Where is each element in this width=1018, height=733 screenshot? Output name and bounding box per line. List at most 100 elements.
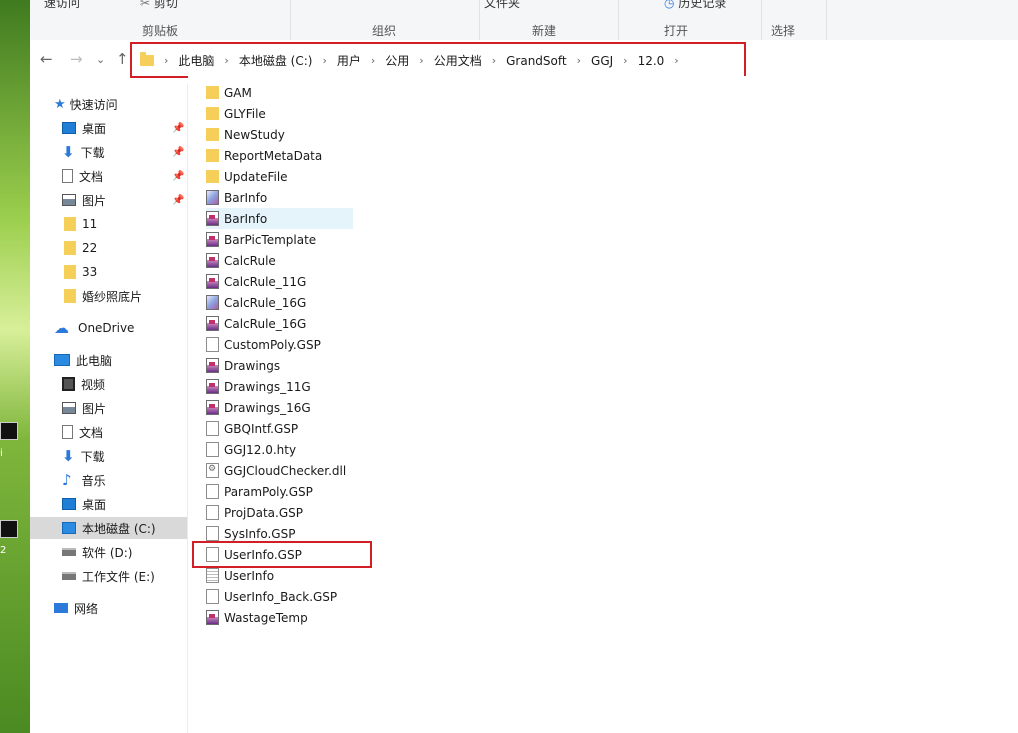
- sidebar-item-pc-desktop[interactable]: 桌面: [62, 493, 106, 515]
- breadcrumb-ggj[interactable]: GGJ: [591, 54, 613, 68]
- desktop-shortcut-icon[interactable]: [0, 422, 18, 440]
- sidebar-item-label: 11: [82, 217, 98, 231]
- sidebar-item-videos[interactable]: 视频: [62, 373, 105, 395]
- pin-icon[interactable]: 📌: [172, 171, 184, 182]
- star-icon: ★: [54, 96, 66, 112]
- sidebar-item-label: 工作文件 (E:): [82, 569, 155, 584]
- ribbon-quick-access[interactable]: 速访问: [44, 0, 80, 11]
- recent-locations-button[interactable]: ⌄: [96, 53, 105, 66]
- pin-icon[interactable]: 📌: [172, 123, 184, 134]
- chevron-right-icon[interactable]: ›: [492, 54, 496, 67]
- back-button[interactable]: ←: [40, 50, 53, 68]
- breadcrumb-this-pc[interactable]: 此电脑: [178, 52, 214, 69]
- sidebar-item-this-pc[interactable]: 此电脑: [54, 349, 112, 371]
- forward-button[interactable]: →: [70, 50, 83, 68]
- sidebar-item-drive-d[interactable]: 软件 (D:): [62, 541, 132, 563]
- sidebar-item-drive-e[interactable]: 工作文件 (E:): [62, 565, 155, 587]
- network-icon: [54, 603, 68, 613]
- breadcrumb-public-documents[interactable]: 公用文档: [434, 52, 482, 69]
- sidebar-item-downloads[interactable]: ⬇ 下载: [62, 141, 105, 163]
- list-item-folder[interactable]: GAM: [206, 82, 252, 103]
- folder-icon: [206, 149, 219, 162]
- file-name: Drawings_16G: [224, 400, 311, 415]
- desktop-shortcut-label: 2: [0, 545, 7, 556]
- breadcrumb-grandsoft[interactable]: GrandSoft: [506, 54, 567, 68]
- sidebar-item-folder-33[interactable]: 33: [64, 261, 97, 283]
- sidebar-item-drive-c[interactable]: 本地磁盘 (C:): [30, 517, 187, 539]
- sidebar-item-documents[interactable]: 文档: [62, 165, 103, 187]
- chevron-right-icon[interactable]: ›: [164, 54, 168, 67]
- list-item-file[interactable]: ParamPoly.GSP: [206, 481, 313, 502]
- list-item-file-selected[interactable]: BarInfo: [206, 208, 353, 229]
- file-name: BarPicTemplate: [224, 232, 317, 247]
- file-name: UpdateFile: [224, 169, 288, 184]
- ribbon-new-folder-button[interactable]: 文件夹: [484, 0, 520, 11]
- list-item-folder[interactable]: NewStudy: [206, 124, 285, 145]
- sidebar-item-wedding-photos[interactable]: 婚纱照底片: [64, 285, 142, 307]
- sidebar-item-onedrive[interactable]: ☁ OneDrive: [54, 317, 134, 339]
- sidebar-item-network[interactable]: 网络: [54, 597, 98, 619]
- sidebar-item-folder-22[interactable]: 22: [64, 237, 97, 259]
- sidebar-item-label: 桌面: [82, 497, 107, 512]
- chevron-right-icon[interactable]: ›: [322, 54, 326, 67]
- file-name: GLYFile: [224, 106, 266, 121]
- list-item-file[interactable]: Drawings_11G: [206, 376, 311, 397]
- list-item-file[interactable]: CalcRule: [206, 250, 276, 271]
- breadcrumb-version[interactable]: 12.0: [638, 54, 665, 68]
- chevron-right-icon[interactable]: ›: [419, 54, 423, 67]
- dll-file-icon: [206, 463, 219, 478]
- list-item-file[interactable]: CalcRule_11G: [206, 271, 306, 292]
- sidebar-item-pc-documents[interactable]: 文档: [62, 421, 103, 443]
- chevron-right-icon[interactable]: ›: [623, 54, 627, 67]
- pin-icon[interactable]: 📌: [172, 195, 184, 206]
- file-icon: [206, 421, 219, 436]
- video-icon: [62, 377, 75, 391]
- drive-icon: [62, 522, 76, 534]
- list-item-file[interactable]: BarPicTemplate: [206, 229, 316, 250]
- breadcrumb-drive-c[interactable]: 本地磁盘 (C:): [239, 52, 313, 69]
- app-file-icon: [206, 358, 219, 373]
- up-button[interactable]: ↑: [116, 50, 129, 68]
- list-item-file[interactable]: UserInfo_Back.GSP: [206, 586, 337, 607]
- list-item-file[interactable]: BarInfo: [206, 187, 267, 208]
- list-item-file[interactable]: Drawings_16G: [206, 397, 311, 418]
- list-item-file[interactable]: WastageTemp: [206, 607, 308, 628]
- sidebar-item-label: 下载: [80, 449, 105, 464]
- list-item-file[interactable]: UserInfo: [206, 565, 274, 586]
- ribbon-history-button[interactable]: ◷ 历史记录: [664, 0, 726, 11]
- breadcrumb-users[interactable]: 用户: [337, 52, 361, 69]
- chevron-right-icon[interactable]: ›: [577, 54, 581, 67]
- list-item-folder[interactable]: UpdateFile: [206, 166, 288, 187]
- list-item-file[interactable]: ProjData.GSP: [206, 502, 303, 523]
- sidebar-item-music[interactable]: ♪ 音乐: [62, 469, 106, 491]
- file-name: UserInfo_Back.GSP: [224, 589, 338, 604]
- sidebar-item-pictures[interactable]: 图片: [62, 189, 106, 211]
- chevron-right-icon[interactable]: ›: [674, 54, 678, 67]
- list-item-file[interactable]: GGJCloudChecker.dll: [206, 460, 346, 481]
- list-item-file[interactable]: GBQIntf.GSP: [206, 418, 298, 439]
- pin-icon[interactable]: 📌: [172, 147, 184, 158]
- list-item-file[interactable]: CustomPoly.GSP: [206, 334, 321, 355]
- list-item-folder[interactable]: GLYFile: [206, 103, 266, 124]
- desktop-background: i 2: [0, 0, 30, 733]
- file-list: GAM GLYFile NewStudy ReportMetaData Upda…: [188, 76, 1018, 733]
- sidebar-item-pc-downloads[interactable]: ⬇ 下载: [62, 445, 105, 467]
- address-bar[interactable]: › 此电脑 › 本地磁盘 (C:) › 用户 › 公用 › 公用文档 › Gra…: [130, 42, 746, 78]
- ribbon-cut-button[interactable]: ✂ 剪切: [140, 0, 178, 11]
- sidebar-item-label: 图片: [82, 401, 107, 416]
- sidebar-item-label: 软件 (D:): [82, 545, 133, 560]
- list-item-folder[interactable]: ReportMetaData: [206, 145, 322, 166]
- list-item-file[interactable]: CalcRule_16G: [206, 313, 306, 334]
- ribbon-group-open: 打开: [664, 24, 689, 38]
- sidebar-item-quick-access[interactable]: ★ 快速访问: [54, 93, 118, 115]
- list-item-file[interactable]: Drawings: [206, 355, 280, 376]
- sidebar-item-pc-pictures[interactable]: 图片: [62, 397, 106, 419]
- chevron-right-icon[interactable]: ›: [224, 54, 228, 67]
- sidebar-item-folder-11[interactable]: 11: [64, 213, 97, 235]
- desktop-shortcut-icon[interactable]: [0, 520, 18, 538]
- list-item-file[interactable]: GGJ12.0.hty: [206, 439, 296, 460]
- list-item-file[interactable]: CalcRule_16G: [206, 292, 306, 313]
- chevron-right-icon[interactable]: ›: [371, 54, 375, 67]
- sidebar-item-desktop[interactable]: 桌面: [62, 117, 106, 139]
- breadcrumb-public[interactable]: 公用: [385, 52, 409, 69]
